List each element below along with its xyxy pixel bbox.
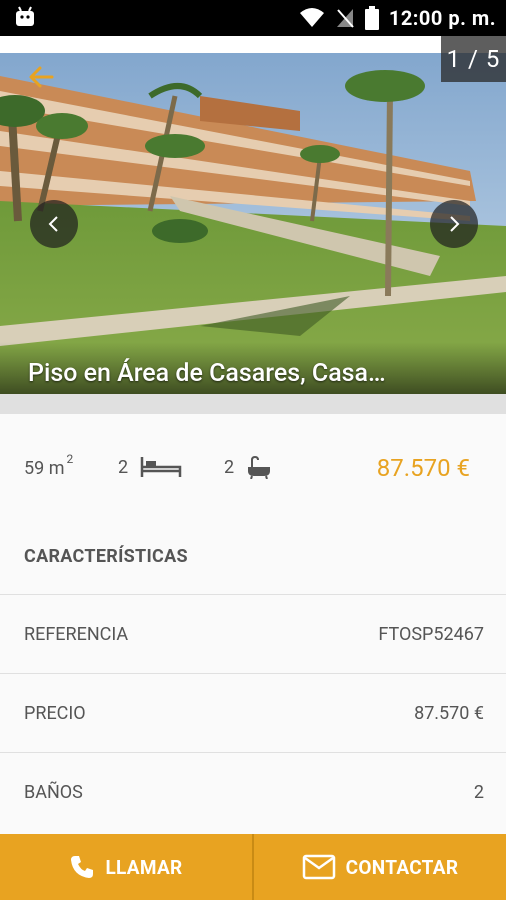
android-icon bbox=[16, 6, 34, 26]
action-bar: LLAMAR CONTACTAR bbox=[0, 834, 506, 900]
call-label: LLAMAR bbox=[105, 855, 183, 879]
detail-value: FTOSP52467 bbox=[378, 624, 484, 645]
image-counter: 1 / 5 bbox=[441, 36, 506, 82]
area-value: 59 m bbox=[24, 457, 65, 479]
detail-row-referencia: REFERENCIA FTOSP52467 bbox=[0, 594, 506, 674]
detail-value: 2 bbox=[473, 782, 484, 803]
property-summary: 59 m2 2 2 87.570 € bbox=[0, 414, 506, 524]
gallery-top-strip bbox=[0, 36, 506, 53]
bed-icon bbox=[140, 457, 182, 477]
call-button[interactable]: LLAMAR bbox=[0, 834, 254, 900]
wifi-icon bbox=[299, 8, 324, 27]
detail-value: 87.570 € bbox=[414, 703, 484, 724]
caption-overlay: Piso en Área de Casares, Casa… bbox=[0, 342, 506, 394]
area-info: 59 m2 bbox=[24, 451, 74, 480]
detail-row-precio: PRECIO 87.570 € bbox=[0, 673, 506, 753]
chevron-left-icon bbox=[48, 216, 58, 232]
bathtub-icon bbox=[248, 455, 271, 479]
contact-label: CONTACTAR bbox=[345, 855, 459, 879]
next-image-button[interactable] bbox=[430, 200, 478, 248]
status-time: 12:00 p. m. bbox=[388, 6, 496, 30]
status-bar: 12:00 p. m. bbox=[0, 0, 506, 36]
characteristics-heading: CARACTERÍSTICAS bbox=[24, 546, 188, 567]
detail-label: PRECIO bbox=[24, 703, 86, 724]
property-title: Piso en Área de Casares, Casa… bbox=[28, 359, 386, 388]
price-summary: 87.570 € bbox=[376, 454, 470, 482]
bathrooms-info: 2 bbox=[224, 454, 272, 480]
photo-gallery[interactable]: 1 / 5 Piso en Área de Casares, Casa… bbox=[0, 36, 506, 394]
area-unit-superscript: 2 bbox=[66, 451, 74, 466]
phone-icon bbox=[71, 856, 94, 878]
bedrooms-info: 2 bbox=[118, 454, 182, 480]
bathrooms-count: 2 bbox=[224, 456, 235, 478]
signal-icon bbox=[336, 9, 354, 28]
bedrooms-count: 2 bbox=[118, 456, 129, 478]
previous-image-button[interactable] bbox=[30, 200, 78, 248]
detail-row-banos: BAÑOS 2 bbox=[0, 752, 506, 832]
contact-button[interactable]: CONTACTAR bbox=[254, 834, 506, 900]
mail-icon bbox=[302, 854, 335, 880]
detail-label: REFERENCIA bbox=[24, 624, 129, 645]
chevron-right-icon bbox=[450, 216, 460, 232]
section-divider bbox=[0, 394, 506, 414]
battery-icon bbox=[364, 6, 379, 30]
detail-label: BAÑOS bbox=[24, 782, 83, 803]
back-arrow-icon[interactable] bbox=[26, 62, 56, 92]
